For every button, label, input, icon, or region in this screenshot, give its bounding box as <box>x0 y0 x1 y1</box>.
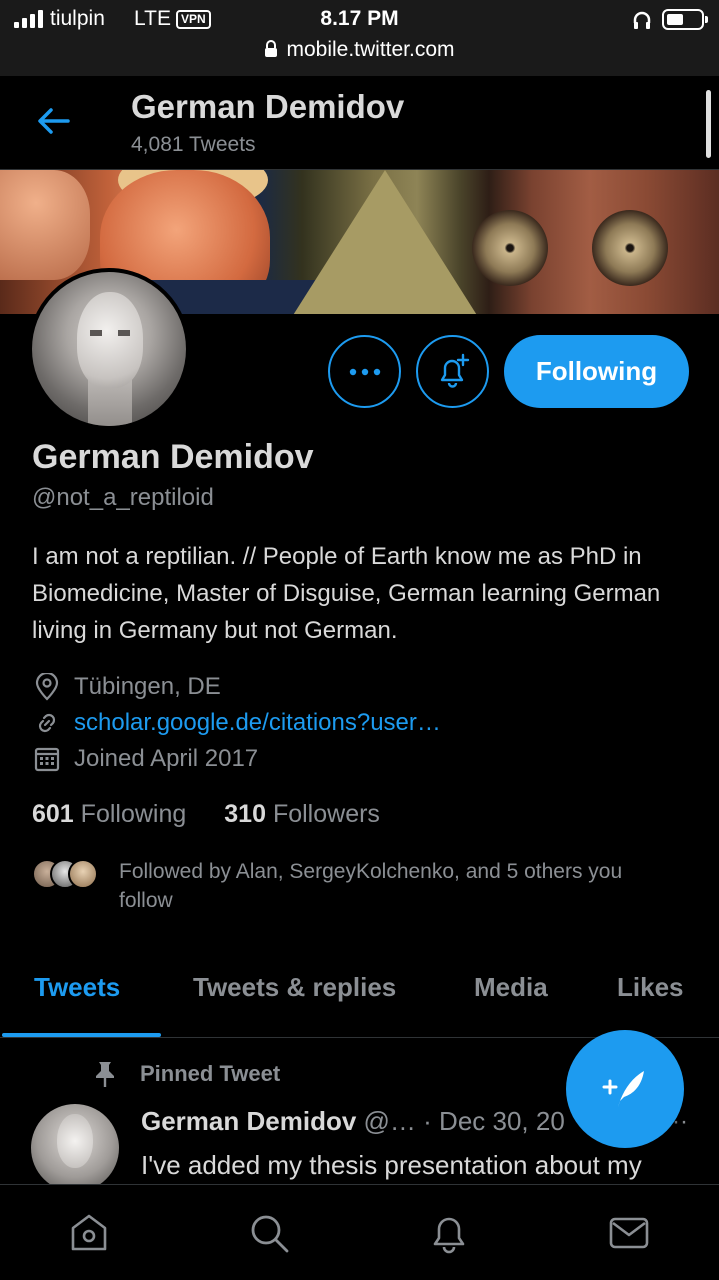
notifications-toggle-button[interactable] <box>416 335 489 408</box>
profile-bio: I am not a reptilian. // People of Earth… <box>32 543 661 644</box>
profile-handle: @not_a_reptiloid <box>32 484 214 511</box>
location-text: Tübingen, DE <box>74 673 221 700</box>
more-icon <box>349 368 380 375</box>
following-link[interactable]: 601 Following <box>32 800 186 829</box>
calendar-icon <box>32 744 62 774</box>
headphones-icon <box>633 11 651 29</box>
link-icon <box>32 708 62 738</box>
url-text: mobile.twitter.com <box>286 38 455 61</box>
compose-tweet-button[interactable] <box>566 1030 684 1148</box>
clock: 8.17 PM <box>320 7 399 30</box>
header-profile-name: German Demidov <box>131 88 405 125</box>
tab-media[interactable]: Media <box>474 972 548 1003</box>
header-tweet-count: 4,081 Tweets <box>131 133 256 156</box>
profile-location: Tübingen, DE <box>32 671 221 703</box>
profile-name: German Demidov <box>32 438 314 476</box>
nav-search[interactable] <box>247 1211 291 1255</box>
search-icon <box>251 1215 289 1253</box>
tab-tweets-replies[interactable]: Tweets & replies <box>193 972 396 1003</box>
address-bar[interactable]: mobile.twitter.com <box>0 38 719 62</box>
home-icon <box>71 1214 107 1251</box>
tab-tweets[interactable]: Tweets <box>34 972 120 1003</box>
profile-joined: Joined April 2017 <box>32 743 258 775</box>
followed-by-text: Followed by Alan, SergeyKolchenko, and 5… <box>119 860 623 912</box>
tweet-author-avatar[interactable] <box>31 1104 119 1192</box>
profile-website[interactable]: scholar.google.de/citations?user… <box>32 707 441 739</box>
bottom-navigation <box>0 1184 719 1280</box>
following-button[interactable]: Following <box>504 335 689 408</box>
pinned-tweet-label: Pinned Tweet <box>90 1060 280 1088</box>
tweet-text: I've added my thesis presentation about … <box>141 1150 642 1180</box>
battery-icon <box>662 9 708 30</box>
messages-icon <box>609 1217 649 1249</box>
tweet-date[interactable]: · Dec 30, 20 <box>423 1106 565 1136</box>
more-options-button[interactable] <box>328 335 401 408</box>
follower-avatar <box>68 859 98 889</box>
tab-likes[interactable]: Likes <box>617 972 684 1003</box>
nav-notifications[interactable] <box>427 1211 471 1255</box>
profile-tabs: Tweets Tweets & replies Media Likes <box>0 950 719 1038</box>
following-label: Following <box>80 800 187 828</box>
pin-icon <box>96 1062 114 1087</box>
followers-count: 310 <box>224 800 266 828</box>
followers-link[interactable]: 310 Followers <box>224 800 380 829</box>
nav-messages[interactable] <box>607 1211 651 1255</box>
website-link[interactable]: scholar.google.de/citations?user… <box>74 709 441 737</box>
nav-home[interactable] <box>67 1211 111 1255</box>
active-tab-indicator <box>2 1033 161 1037</box>
status-bar: tiulpin LTE VPN 8.17 PM mobile.twitter.c… <box>0 0 719 76</box>
following-count: 601 <box>32 800 74 828</box>
follow-counts: 601 Following 310 Followers <box>32 800 380 829</box>
profile-avatar[interactable] <box>28 268 190 430</box>
joined-text: Joined April 2017 <box>74 745 259 772</box>
compose-tweet-icon <box>602 1071 644 1107</box>
back-arrow-icon[interactable] <box>36 106 70 136</box>
lock-icon <box>265 40 278 57</box>
scrollbar[interactable] <box>706 90 711 158</box>
followers-label: Followers <box>272 800 380 828</box>
profile-header-bar: German Demidov 4,081 Tweets <box>0 76 719 170</box>
tweet-author-handle: @… <box>363 1106 416 1136</box>
bell-plus-icon <box>440 353 469 388</box>
location-pin-icon <box>32 672 62 702</box>
tweet-header: German Demidov @… · Dec 30, 20 <box>141 1106 565 1137</box>
notifications-icon <box>433 1217 465 1254</box>
tweet-author-name[interactable]: German Demidov <box>141 1106 356 1136</box>
